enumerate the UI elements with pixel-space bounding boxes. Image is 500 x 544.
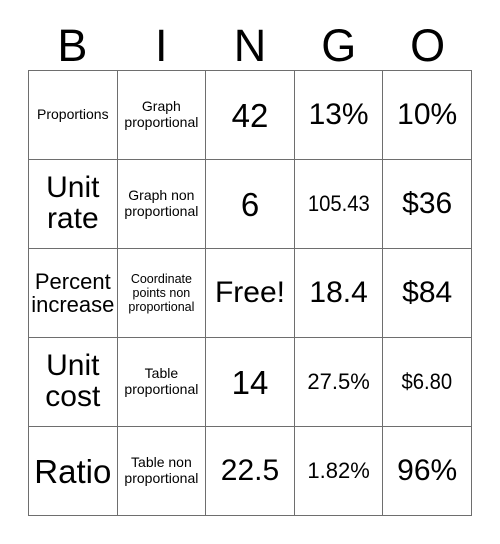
bingo-cell[interactable]: Coordinate points non proportional xyxy=(117,249,207,338)
bingo-cell[interactable]: Percent increase xyxy=(29,249,118,338)
bingo-cell-label: Proportions xyxy=(37,106,109,123)
bingo-cell[interactable]: Unit rate xyxy=(29,160,118,249)
bingo-header-letter-o: O xyxy=(410,20,446,71)
bingo-cell[interactable]: Proportions xyxy=(29,71,118,160)
bingo-cell[interactable]: 10% xyxy=(383,71,472,160)
bingo-cell[interactable]: 18.4 xyxy=(294,249,384,338)
bingo-cell-label: 22.5 xyxy=(220,453,280,487)
bingo-cell[interactable]: Graph non proportional xyxy=(117,160,207,249)
bingo-cell[interactable]: $36 xyxy=(383,160,472,249)
bingo-cell[interactable]: Table proportional xyxy=(117,338,207,427)
bingo-card: B I N G O Proportions Graph proportional 4… xyxy=(0,0,500,544)
bingo-cell-label: $36 xyxy=(402,186,453,220)
bingo-header-letter-g: G xyxy=(321,20,357,71)
bingo-cell[interactable]: Table non proportional xyxy=(117,427,207,516)
bingo-header-letter-b: B xyxy=(57,20,88,71)
bingo-cell[interactable]: 42 xyxy=(206,71,295,160)
bingo-cell[interactable]: 14 xyxy=(206,338,295,427)
bingo-cell[interactable]: 13% xyxy=(294,71,384,160)
bingo-free-space-cell[interactable]: Free! xyxy=(206,249,295,338)
bingo-cell-label: 10% xyxy=(397,97,458,131)
bingo-cell-label: Table non proportional xyxy=(124,454,199,486)
bingo-cell-label: Unit rate xyxy=(46,171,100,235)
bingo-cell[interactable]: 22.5 xyxy=(206,427,295,516)
bingo-cell-label: Percent increase xyxy=(31,268,115,317)
bingo-cell[interactable]: Unit cost xyxy=(29,338,118,427)
bingo-cell-label: Graph non proportional xyxy=(124,187,199,219)
bingo-header-letter-i: I xyxy=(154,20,168,71)
bingo-cell-label: Unit cost xyxy=(45,349,101,413)
bingo-cell-label: 27.5% xyxy=(307,369,370,395)
bingo-cell[interactable]: Graph proportional xyxy=(117,71,207,160)
bingo-cell[interactable]: 105.43 xyxy=(294,160,384,249)
bingo-cell[interactable]: $84 xyxy=(383,249,472,338)
bingo-cell-label: 1.82% xyxy=(307,458,370,484)
bingo-cell-label: Coordinate points non proportional xyxy=(128,272,195,314)
bingo-grid: Proportions Graph proportional 42 13% 10% Uni… xyxy=(28,70,472,516)
bingo-cell-label: 18.4 xyxy=(309,275,368,309)
bingo-header-row: B I N G O xyxy=(28,13,472,70)
bingo-cell-label: $6.80 xyxy=(401,369,453,395)
bingo-cell-label: 105.43 xyxy=(307,191,370,217)
bingo-cell[interactable]: $6.80 xyxy=(383,338,472,427)
bingo-cell-label: Free! xyxy=(214,276,285,310)
bingo-cell[interactable]: 6 xyxy=(206,160,295,249)
bingo-cell[interactable]: 1.82% xyxy=(294,427,384,516)
bingo-cell[interactable]: 27.5% xyxy=(294,338,384,427)
bingo-header-letter-n: N xyxy=(233,20,267,71)
bingo-cell-label: 14 xyxy=(231,363,269,401)
bingo-cell-label: $84 xyxy=(402,275,453,309)
bingo-cell-label: 42 xyxy=(231,96,269,134)
bingo-cell-label: 13% xyxy=(308,97,369,131)
bingo-cell[interactable]: 96% xyxy=(383,427,472,516)
bingo-cell-label: 6 xyxy=(240,185,260,223)
bingo-cell[interactable]: Ratio xyxy=(29,427,118,516)
bingo-cell-label: Table proportional xyxy=(124,365,199,397)
bingo-cell-label: Graph proportional xyxy=(124,98,199,130)
bingo-cell-label: 96% xyxy=(397,453,458,487)
bingo-cell-label: Ratio xyxy=(34,452,112,490)
